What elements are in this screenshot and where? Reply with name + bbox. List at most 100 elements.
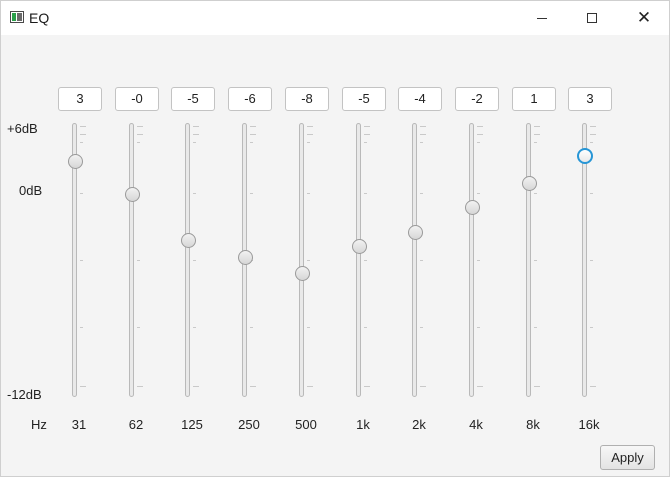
minimize-button[interactable] [519, 1, 565, 35]
band-frequency-label: 62 [128, 417, 144, 432]
slider-tick-mark [137, 386, 143, 387]
band-value-field[interactable]: -5 [342, 87, 386, 111]
slider-tick-mark [364, 126, 370, 127]
band-value-field[interactable]: -6 [228, 87, 272, 111]
slider-tick-mark [307, 142, 310, 143]
slider-thumb[interactable] [68, 154, 83, 169]
slider-tick-mark [420, 142, 423, 143]
scale-top-label: +6dB [7, 121, 38, 136]
slider-tick-mark [590, 126, 596, 127]
slider-thumb[interactable] [181, 233, 196, 248]
band-frequency-label: 4k [469, 417, 483, 432]
band-value-field[interactable]: -2 [455, 87, 499, 111]
slider-tick-mark [477, 327, 480, 328]
band-value-field[interactable]: 3 [58, 87, 102, 111]
slider-track[interactable] [412, 123, 417, 397]
band-frequency-label: 2k [412, 417, 426, 432]
band-value-field[interactable]: 1 [512, 87, 556, 111]
slider-tick-mark [193, 386, 199, 387]
close-icon: ✕ [636, 7, 652, 28]
band-frequency-label: 31 [71, 417, 87, 432]
slider-thumb[interactable] [577, 148, 593, 164]
slider-tick-mark [364, 142, 367, 143]
band-frequency-label: 8k [526, 417, 540, 432]
slider-tick-mark [477, 134, 483, 135]
close-button[interactable]: ✕ [621, 1, 667, 35]
slider-tick-mark [364, 386, 370, 387]
slider-track[interactable] [356, 123, 361, 397]
slider-tick-mark [307, 126, 313, 127]
slider-tick-mark [477, 386, 483, 387]
slider-thumb[interactable] [295, 266, 310, 281]
slider-tick-mark [250, 142, 253, 143]
slider-tick-mark [307, 260, 310, 261]
band-value-field[interactable]: -0 [115, 87, 159, 111]
slider-track[interactable] [185, 123, 190, 397]
slider-thumb[interactable] [125, 187, 140, 202]
scale-bottom-label: -12dB [7, 387, 42, 402]
band-value-field[interactable]: -4 [398, 87, 442, 111]
slider-tick-mark [477, 126, 483, 127]
slider-tick-mark [534, 193, 537, 194]
slider-tick-mark [250, 126, 256, 127]
slider-tick-mark [137, 126, 143, 127]
slider-tick-mark [307, 134, 313, 135]
slider-tick-mark [137, 260, 140, 261]
maximize-button[interactable] [569, 1, 615, 35]
slider-tick-mark [307, 386, 313, 387]
slider-tick-mark [420, 193, 423, 194]
slider-tick-mark [80, 260, 83, 261]
slider-tick-mark [590, 134, 596, 135]
slider-thumb[interactable] [352, 239, 367, 254]
slider-thumb[interactable] [238, 250, 253, 265]
slider-tick-mark [534, 126, 540, 127]
slider-tick-mark [193, 126, 199, 127]
band-frequency-label: 16k [578, 417, 600, 432]
band-value-field[interactable]: -5 [171, 87, 215, 111]
slider-tick-mark [193, 142, 196, 143]
band-frequency-label: 125 [181, 417, 203, 432]
equalizer-app-icon [10, 11, 24, 23]
slider-tick-mark [364, 193, 367, 194]
slider-track[interactable] [129, 123, 134, 397]
slider-tick-mark [250, 193, 253, 194]
minimize-icon [537, 17, 547, 19]
window-title: EQ [29, 10, 50, 26]
slider-tick-mark [80, 142, 83, 143]
slider-thumb[interactable] [465, 200, 480, 215]
slider-tick-mark [364, 327, 367, 328]
slider-track[interactable] [526, 123, 531, 397]
slider-tick-mark [193, 193, 196, 194]
eq-panel: +6dB 0dB -12dB Hz 3 31 -0 62 -5 125 -6 250 -8 500… [1, 35, 669, 476]
slider-track[interactable] [582, 123, 587, 397]
band-frequency-label: 250 [238, 417, 260, 432]
hz-label: Hz [31, 417, 47, 432]
slider-tick-mark [250, 327, 253, 328]
slider-thumb[interactable] [522, 176, 537, 191]
slider-track[interactable] [469, 123, 474, 397]
slider-tick-mark [80, 134, 86, 135]
slider-tick-mark [307, 327, 310, 328]
slider-tick-mark [137, 142, 140, 143]
slider-tick-mark [590, 327, 593, 328]
eq-window: EQ ✕ +6dB 0dB -12dB Hz 3 31 -0 62 -5 125 -6 250… [0, 0, 670, 477]
slider-tick-mark [80, 386, 86, 387]
apply-button[interactable]: Apply [600, 445, 655, 470]
slider-tick-mark [534, 386, 540, 387]
scale-mid-label: 0dB [19, 183, 43, 198]
slider-tick-mark [590, 142, 593, 143]
slider-track[interactable] [299, 123, 304, 397]
band-value-field[interactable]: 3 [568, 87, 612, 111]
maximize-icon [587, 13, 597, 23]
slider-tick-mark [80, 126, 86, 127]
slider-tick-mark [590, 193, 593, 194]
slider-tick-mark [80, 327, 83, 328]
slider-thumb[interactable] [408, 225, 423, 240]
band-value-field[interactable]: -8 [285, 87, 329, 111]
slider-tick-mark [477, 193, 480, 194]
slider-tick-mark [420, 260, 423, 261]
slider-tick-mark [250, 134, 256, 135]
slider-tick-mark [193, 134, 199, 135]
slider-tick-mark [534, 134, 540, 135]
slider-tick-mark [364, 260, 367, 261]
